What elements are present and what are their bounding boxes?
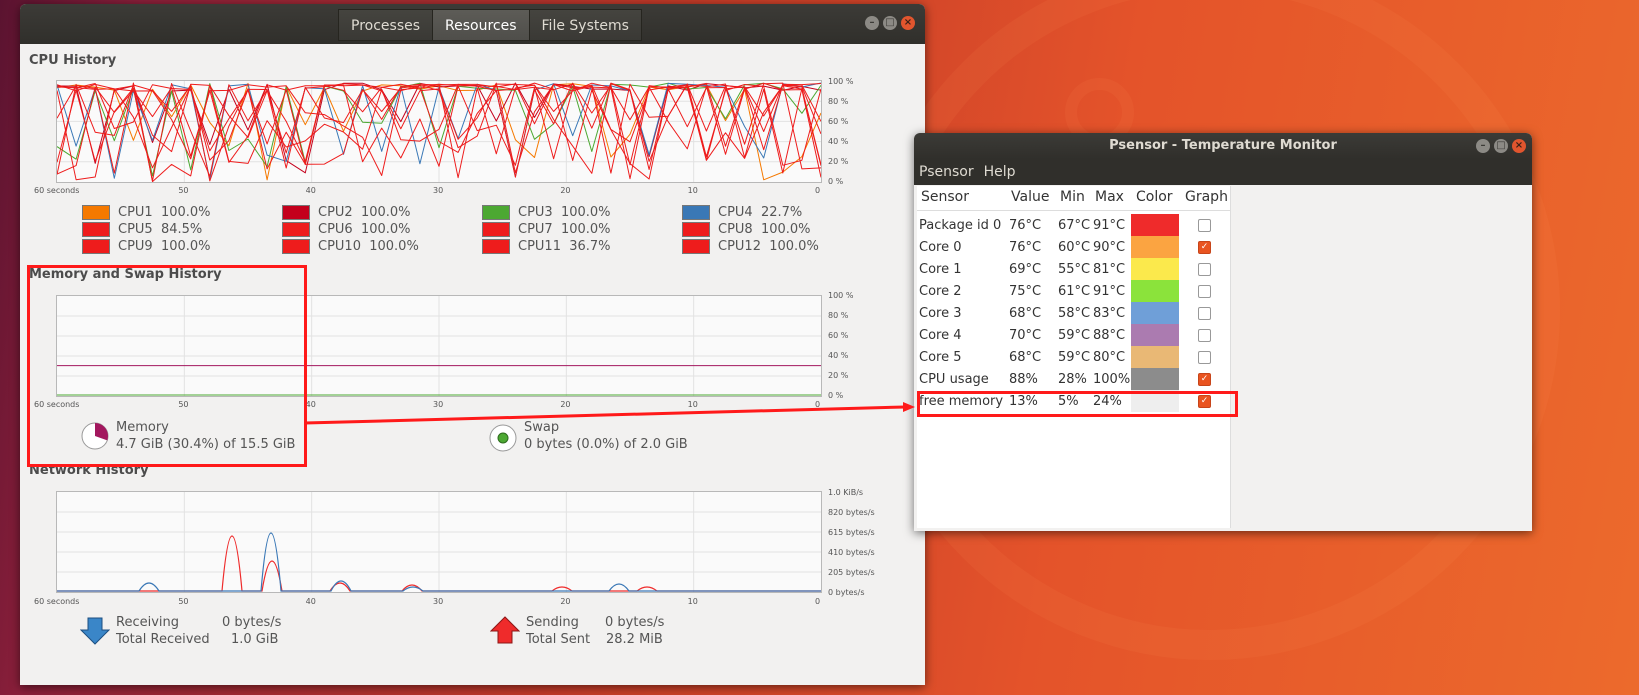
annotation-arrow [304, 402, 915, 425]
